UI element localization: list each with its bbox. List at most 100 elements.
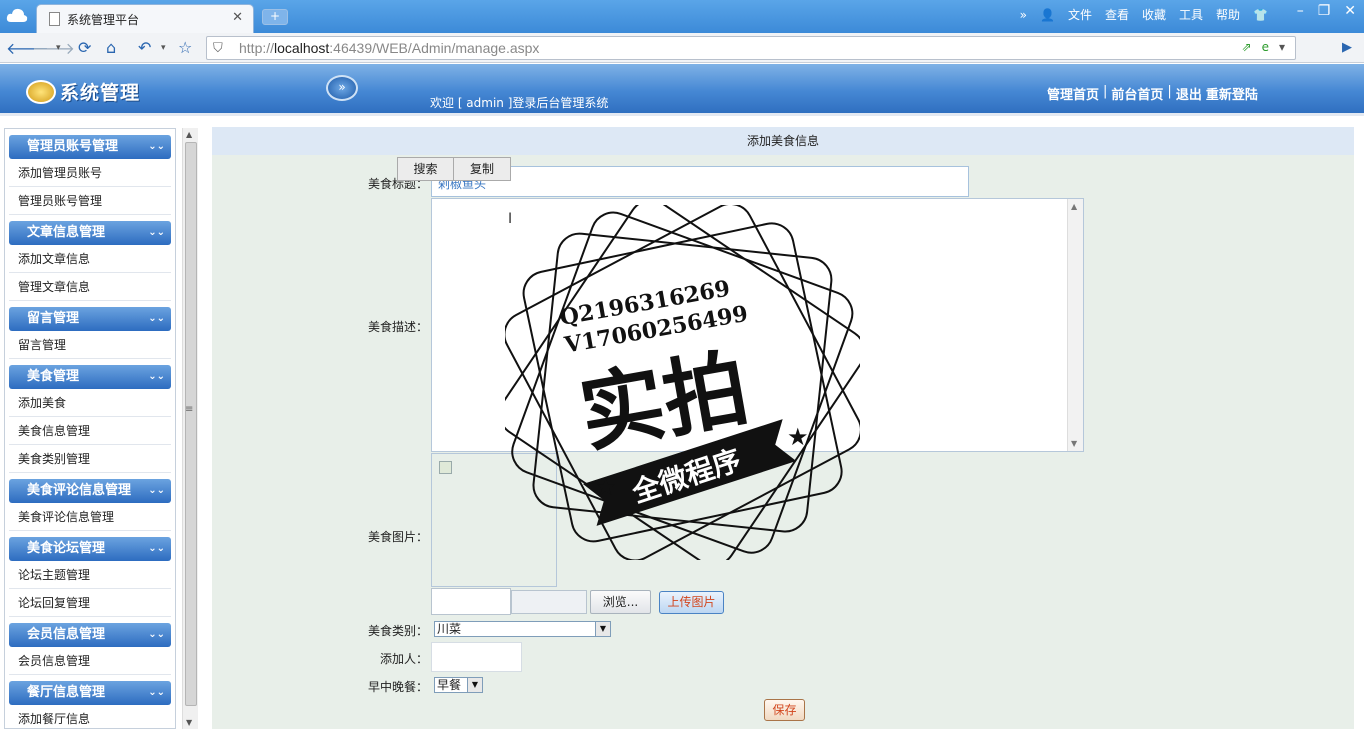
address-bar[interactable]: ⛉ http://localhost:46439/WEB/Admin/manag… <box>206 36 1296 60</box>
context-search[interactable]: 搜索 <box>398 158 454 180</box>
sidebar-item[interactable]: 美食类别管理 <box>9 445 171 473</box>
chevron-double-down-icon[interactable]: ⌄⌄ <box>148 221 165 245</box>
text-cursor-icon: I <box>508 211 513 227</box>
sidebar-group-header[interactable]: 美食管理 ⌄⌄ <box>9 365 171 389</box>
main-panel: 添加美食信息 美食标题： 剁椒鱼头 搜索 复制 美食描述： ▲ ▼ I 美食图片… <box>212 127 1354 729</box>
category-select[interactable]: 川菜 ▼ <box>434 621 611 637</box>
sidebar-group-header[interactable]: 美食评论信息管理 ⌄⌄ <box>9 479 171 503</box>
sidebar-group-header[interactable]: 管理员账号管理 ⌄⌄ <box>9 135 171 159</box>
scrollbar-thumb[interactable] <box>185 142 197 706</box>
undo-icon[interactable]: ↶ <box>138 38 151 57</box>
app-logo-text: 系统管理 <box>60 82 141 104</box>
context-copy[interactable]: 复制 <box>454 158 510 180</box>
chevron-double-down-icon[interactable]: ⌄⌄ <box>148 537 165 561</box>
adder-label: 添加人： <box>379 652 428 666</box>
minimize-icon[interactable]: – <box>1297 3 1304 19</box>
restore-icon[interactable]: ❐ <box>1318 3 1331 19</box>
sidebar-item[interactable]: 添加餐厅信息 <box>9 705 171 728</box>
more-icon[interactable]: » <box>1020 8 1027 22</box>
collapse-sidebar-button[interactable]: » <box>326 75 358 101</box>
history-dropdown-icon[interactable]: ▾ <box>56 43 61 53</box>
link-separator: | <box>1103 84 1108 99</box>
menu-help[interactable]: 帮助 <box>1216 6 1240 23</box>
splitter-grip-icon[interactable]: ≡ <box>185 404 193 415</box>
sidebar-item[interactable]: 美食评论信息管理 <box>9 503 171 531</box>
address-dropdown-icon[interactable]: ▾ <box>1279 40 1285 54</box>
sidebar-group-header[interactable]: 留言管理 ⌄⌄ <box>9 307 171 331</box>
chevron-double-down-icon[interactable]: ⌄⌄ <box>148 479 165 503</box>
page-title: 添加美食信息 <box>212 127 1354 155</box>
chevron-double-down-icon[interactable]: ⌄⌄ <box>148 365 165 389</box>
address-tools: ⇗ e ▾ <box>1242 40 1285 54</box>
menu-view[interactable]: 查看 <box>1105 6 1129 23</box>
link-logout[interactable]: 退出 <box>1176 84 1202 103</box>
context-menu: 搜索 复制 <box>397 157 511 181</box>
chevron-double-down-icon[interactable]: ⌄⌄ <box>148 135 165 159</box>
adder-input[interactable] <box>431 642 522 672</box>
sidebar-item[interactable]: 添加文章信息 <box>9 245 171 273</box>
close-tab-icon[interactable]: ✕ <box>232 10 243 25</box>
editor-scrollbar[interactable]: ▲ ▼ <box>1067 199 1083 451</box>
link-admin-home[interactable]: 管理首页 <box>1047 84 1099 103</box>
sidebar-item[interactable]: 添加美食 <box>9 389 171 417</box>
scroll-down-icon[interactable]: ▼ <box>1071 439 1077 448</box>
save-button[interactable]: 保存 <box>764 699 805 721</box>
sidebar-item[interactable]: 管理员账号管理 <box>9 187 171 215</box>
sidebar-item[interactable]: 美食信息管理 <box>9 417 171 445</box>
sidebar-group-header[interactable]: 文章信息管理 ⌄⌄ <box>9 221 171 245</box>
scroll-down-icon[interactable]: ▼ <box>186 718 192 727</box>
sidebar-group-header[interactable]: 餐厅信息管理 ⌄⌄ <box>9 681 171 705</box>
title-input[interactable]: 剁椒鱼头 <box>431 166 969 197</box>
share-icon[interactable]: ⇗ <box>1242 40 1252 54</box>
sidebar-scrollbar[interactable]: ▲ ▼ <box>182 128 198 729</box>
sidebar-group-title: 餐厅信息管理 <box>27 685 106 700</box>
home-icon[interactable]: ⌂ <box>106 38 116 57</box>
scroll-up-icon[interactable]: ▲ <box>186 130 192 139</box>
undo-dropdown-icon[interactable]: ▾ <box>161 43 166 53</box>
meal-label: 早中晚餐： <box>367 680 428 694</box>
browser-tab[interactable]: 系统管理平台 ✕ <box>36 4 254 33</box>
sidebar-item[interactable]: 论坛回复管理 <box>9 589 171 617</box>
sidebar-group-header[interactable]: 美食论坛管理 ⌄⌄ <box>9 537 171 561</box>
sidebar-item[interactable]: 论坛主题管理 <box>9 561 171 589</box>
chevron-down-icon[interactable]: ▼ <box>595 622 610 636</box>
upload-image-button[interactable]: 上传图片 <box>659 591 724 614</box>
chevron-double-down-icon[interactable]: ⌄⌄ <box>148 623 165 647</box>
sidebar-group-title: 留言管理 <box>27 311 80 326</box>
refresh-icon[interactable]: ⟳ <box>78 38 91 57</box>
chevron-double-down-icon[interactable]: ⌄⌄ <box>148 681 165 705</box>
ie-mode-icon[interactable]: e <box>1262 40 1269 54</box>
menu-favorites[interactable]: 收藏 <box>1142 6 1166 23</box>
category-selected: 川菜 <box>437 622 462 636</box>
meal-selected: 早餐 <box>437 678 462 692</box>
close-window-icon[interactable]: ✕ <box>1344 3 1356 19</box>
chevron-double-down-icon[interactable]: ⌄⌄ <box>148 307 165 331</box>
sidebar: 管理员账号管理 ⌄⌄ 添加管理员账号 管理员账号管理 文章信息管理 ⌄⌄ 添加文章信息 管理文… <box>4 128 176 729</box>
forward-icon[interactable]: 🡒 <box>32 38 75 58</box>
shield-icon: ⛉ <box>213 41 223 56</box>
sidebar-item[interactable]: 会员信息管理 <box>9 647 171 675</box>
chevron-down-icon[interactable]: ▼ <box>467 678 482 692</box>
browse-button[interactable]: 浏览... <box>590 590 651 614</box>
favorite-star-icon[interactable]: ☆ <box>178 38 192 57</box>
go-icon[interactable]: ▶ <box>1342 40 1352 55</box>
file-path-display[interactable] <box>511 590 587 614</box>
file-path-input[interactable] <box>431 588 511 615</box>
sidebar-group-title: 文章信息管理 <box>27 225 106 240</box>
user-icon[interactable]: 👤 <box>1040 8 1055 22</box>
meal-select[interactable]: 早餐 ▼ <box>434 677 483 693</box>
sidebar-group-header[interactable]: 会员信息管理 ⌄⌄ <box>9 623 171 647</box>
browser-menu: » 👤 文件 查看 收藏 工具 帮助 👕 <box>1020 6 1268 23</box>
link-relogin[interactable]: 重新登陆 <box>1206 84 1258 103</box>
sidebar-item[interactable]: 添加管理员账号 <box>9 159 171 187</box>
tab-title: 系统管理平台 <box>67 13 140 27</box>
sidebar-item[interactable]: 留言管理 <box>9 331 171 359</box>
skin-icon[interactable]: 👕 <box>1253 8 1268 22</box>
link-front-home[interactable]: 前台首页 <box>1111 84 1163 103</box>
sidebar-item[interactable]: 管理文章信息 <box>9 273 171 301</box>
menu-tools[interactable]: 工具 <box>1179 6 1203 23</box>
menu-file[interactable]: 文件 <box>1068 6 1092 23</box>
new-tab-button[interactable]: + <box>262 9 288 25</box>
description-editor[interactable]: ▲ ▼ <box>431 198 1084 452</box>
scroll-up-icon[interactable]: ▲ <box>1071 202 1077 211</box>
